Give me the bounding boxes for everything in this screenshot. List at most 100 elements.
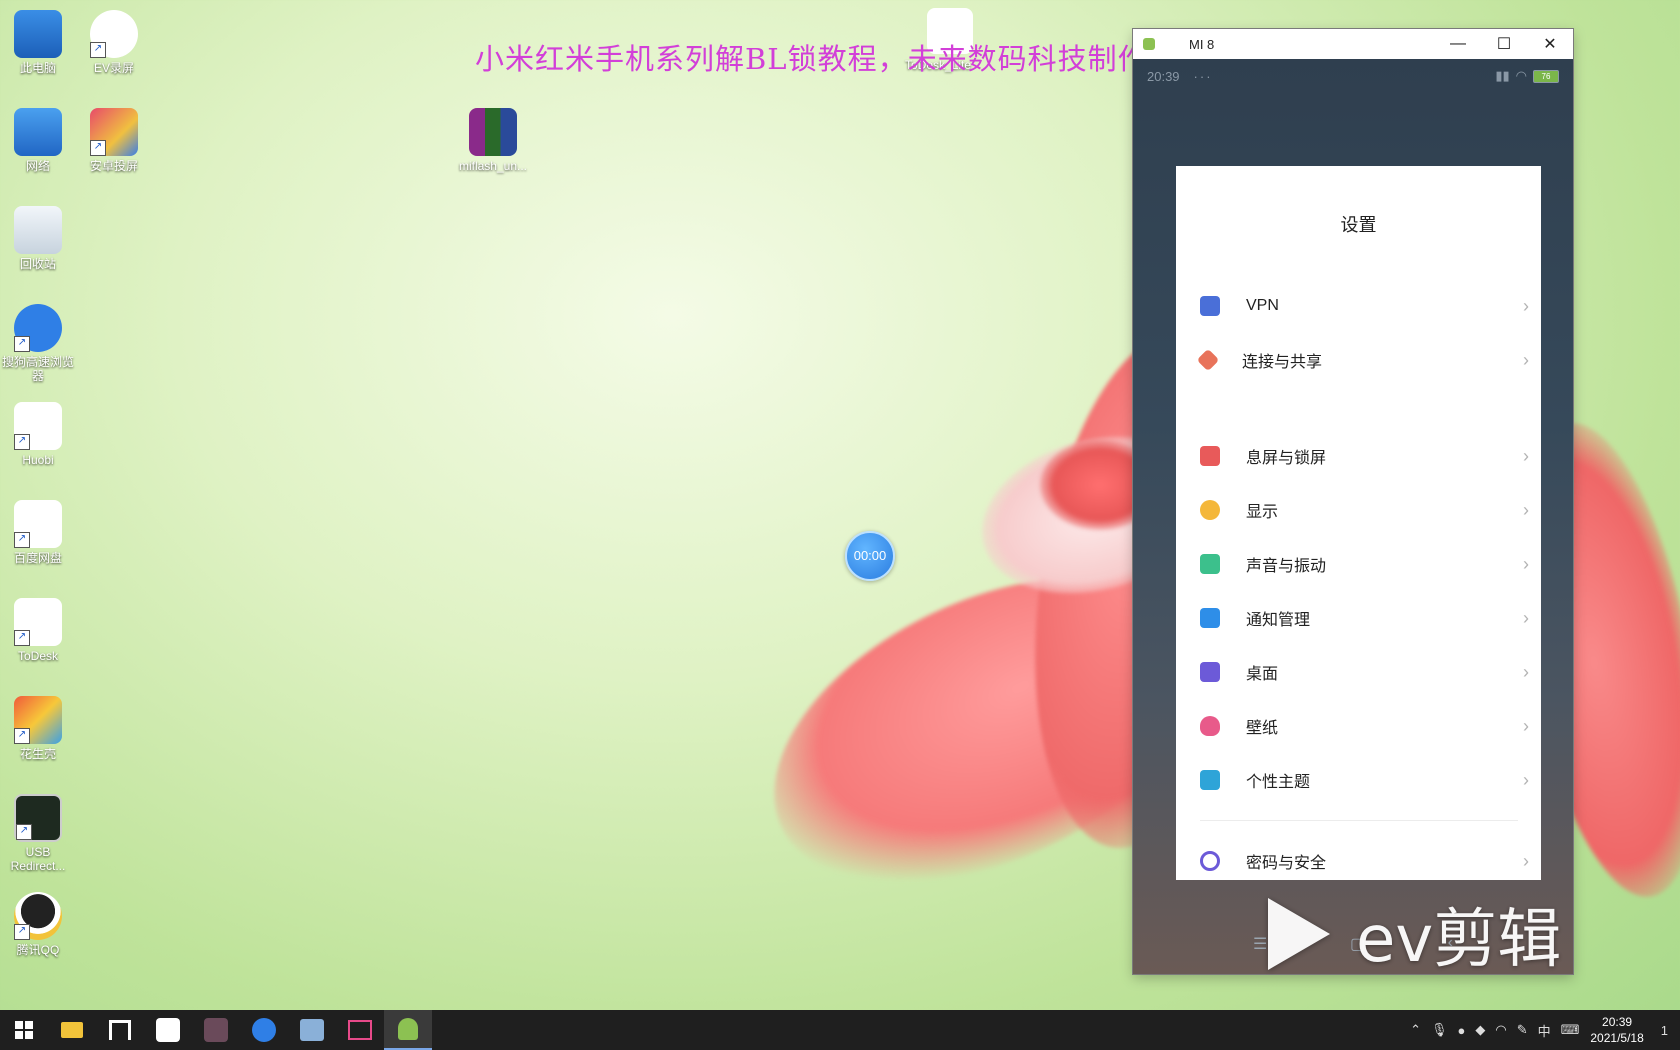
settings-item-label: 通知管理 — [1246, 612, 1311, 629]
android-icon — [398, 1018, 418, 1040]
desktop-icon-usb-redirect[interactable]: ↗ USB Redirect... — [0, 794, 76, 873]
settings-item-display[interactable]: 显示 › — [1176, 483, 1541, 537]
taskbar-clock[interactable]: 20:39 2021/5/18 — [1590, 1014, 1643, 1046]
desktop-icon-qq[interactable]: ↗ 腾讯QQ — [0, 892, 76, 957]
phone-status-bar: 20:39 ··· ▮▮ ◠ 76 — [1133, 59, 1573, 93]
start-button[interactable] — [0, 1010, 48, 1050]
todesk-tray-icon[interactable]: ◆ — [1475, 1022, 1485, 1038]
taskbar-app-game[interactable] — [192, 1010, 240, 1050]
battery-icon: 76 — [1533, 69, 1559, 83]
settings-item-home-screen[interactable]: 桌面 › — [1176, 645, 1541, 699]
taskbar-network-tool[interactable] — [288, 1010, 336, 1050]
desktop-icon-sogou-browser[interactable]: ↗ 搜狗高速浏览器 — [0, 304, 76, 383]
keyboard-icon[interactable]: ⌨ — [1561, 1022, 1580, 1038]
settings-item-wallpaper[interactable]: 壁纸 › — [1176, 699, 1541, 753]
settings-panel[interactable]: 设置 VPN › 连接与共享 › 息屏与锁屏 › 显示 › 声音与振动 › 通知… — [1176, 166, 1541, 880]
settings-item-label: 壁纸 — [1246, 720, 1279, 737]
huobi-flame-icon: ↗ — [14, 402, 62, 450]
baidu-netdisk-icon: ↗ — [14, 500, 62, 548]
system-tray: ⌃ 🎙 ● ◆ ◠ ✎ 中 ⌨ 20:39 2021/5/18 1 — [1405, 1010, 1680, 1050]
microphone-icon[interactable]: 🎙 — [1431, 1022, 1448, 1038]
pen-icon[interactable]: ✎ — [1517, 1022, 1528, 1038]
notification-count: 1 — [1660, 1022, 1668, 1038]
settings-item-label: 显示 — [1246, 504, 1279, 521]
brush-icon — [1200, 770, 1220, 790]
chevron-up-icon[interactable]: ⌃ — [1410, 1022, 1421, 1038]
notification-center-icon[interactable]: 1 — [1661, 1023, 1668, 1038]
desktop-icon-recycle-bin[interactable]: 回收站 — [0, 206, 76, 271]
desktop-icon-label: 搜狗高速浏览器 — [1, 355, 74, 383]
minimize-button[interactable]: — — [1435, 29, 1481, 59]
phone-screen[interactable]: 20:39 ··· ▮▮ ◠ 76 设置 VPN › 连接与共享 › 息屏与锁屏… — [1133, 59, 1573, 974]
signal-icon: ▮▮ — [1495, 68, 1510, 83]
taskbar-sogou[interactable] — [240, 1010, 288, 1050]
chevron-right-icon: › — [1523, 295, 1529, 316]
taskbar-mi[interactable] — [96, 1010, 144, 1050]
sogou-browser-icon — [252, 1018, 276, 1042]
taskbar-android-mirror[interactable] — [384, 1010, 432, 1050]
qq-penguin-icon: ↗ — [14, 892, 62, 940]
vpn-icon — [1200, 296, 1220, 316]
folder-icon — [61, 1022, 83, 1038]
menu-nav-icon[interactable]: ☰ — [1253, 934, 1267, 954]
desktop-icon-label: 此电脑 — [19, 61, 56, 75]
taskbar-file-explorer[interactable] — [48, 1010, 96, 1050]
taskbar-huobi[interactable] — [144, 1010, 192, 1050]
wifi-icon[interactable]: ◠ — [1495, 1022, 1506, 1038]
desktop-icon-ev-recorder[interactable]: ↗ EV录屏 — [76, 10, 152, 75]
settings-item-notifications[interactable]: 通知管理 › — [1176, 591, 1541, 645]
chevron-right-icon: › — [1523, 769, 1529, 790]
fingerprint-icon — [1200, 851, 1220, 871]
connection-icon — [1196, 348, 1220, 372]
wifi-icon: ◠ — [1515, 68, 1527, 83]
recording-timer[interactable]: 00:00 — [845, 531, 895, 581]
play-icon — [1268, 898, 1330, 970]
settings-item-lock-screen[interactable]: 息屏与锁屏 › — [1176, 429, 1541, 483]
desktop-icon-todesk[interactable]: ↗ ToDesk — [0, 598, 76, 663]
taskbar-screen-cast[interactable] — [336, 1010, 384, 1050]
desktop-icon-huobi[interactable]: ↗ Huobi — [0, 402, 76, 467]
settings-item-themes[interactable]: 个性主题 › — [1176, 753, 1541, 807]
desktop-icon-this-pc[interactable]: 此电脑 — [0, 10, 76, 75]
screen-cast-icon — [348, 1020, 372, 1040]
ev-editor-watermark: ev剪辑 — [1268, 888, 1561, 980]
desktop-icon-huashengke[interactable]: ↗ 花生壳 — [0, 696, 76, 761]
chevron-right-icon: › — [1523, 715, 1529, 736]
chevron-right-icon: › — [1523, 499, 1529, 520]
desktop-icon-baidu-netdisk[interactable]: ↗ 百度网盘 — [0, 500, 76, 565]
maximize-button[interactable]: ☐ — [1481, 29, 1527, 59]
phone-mirror-window[interactable]: MI 8 — ☐ ✕ 20:39 ··· ▮▮ ◠ 76 设置 VPN › 连接… — [1133, 29, 1573, 974]
close-button[interactable]: ✕ — [1527, 29, 1573, 59]
clock-time: 20:39 — [1602, 1015, 1633, 1029]
android-cast-icon: ↗ — [90, 108, 138, 156]
sun-icon — [1200, 500, 1220, 520]
desktop-icon-label: miflash_un... — [458, 159, 528, 173]
speaker-icon — [1200, 554, 1220, 574]
ime-indicator[interactable]: 中 — [1538, 1021, 1551, 1040]
watermark-text: ev剪辑 — [1356, 903, 1562, 977]
windows-icon — [15, 1021, 33, 1039]
game-icon — [204, 1018, 228, 1042]
chevron-right-icon: › — [1523, 553, 1529, 574]
desktop-icon-label: 百度网盘 — [13, 551, 62, 565]
clock-date: 2021/5/18 — [1590, 1031, 1644, 1045]
settings-item-sound[interactable]: 声音与振动 › — [1176, 537, 1541, 591]
status-time: 20:39 — [1147, 68, 1180, 84]
home-icon — [1200, 662, 1220, 682]
tray-app-icon[interactable]: ● — [1457, 1023, 1465, 1038]
settings-item-label: 连接与共享 — [1242, 354, 1323, 371]
status-more-icon: ··· — [1193, 68, 1213, 84]
settings-item-label: 桌面 — [1246, 666, 1279, 683]
desktop-icon-label: ToDesk — [17, 649, 58, 663]
desktop-icon-android-cast[interactable]: ↗ 安卓投屏 — [76, 108, 152, 173]
desktop-icon-network[interactable]: 网络 — [0, 108, 76, 173]
settings-item-connection-sharing[interactable]: 连接与共享 › — [1176, 333, 1541, 387]
chevron-right-icon: › — [1523, 349, 1529, 370]
settings-item-vpn[interactable]: VPN › — [1176, 279, 1541, 333]
network-tool-icon — [300, 1019, 324, 1041]
window-title: MI 8 — [1189, 36, 1215, 52]
settings-item-label: 声音与振动 — [1246, 558, 1327, 575]
desktop-icon-miflash-unlock[interactable]: miflash_un... — [455, 108, 531, 173]
window-titlebar[interactable]: MI 8 — ☐ ✕ — [1133, 29, 1573, 59]
settings-item-password-security[interactable]: 密码与安全 › — [1176, 834, 1541, 880]
